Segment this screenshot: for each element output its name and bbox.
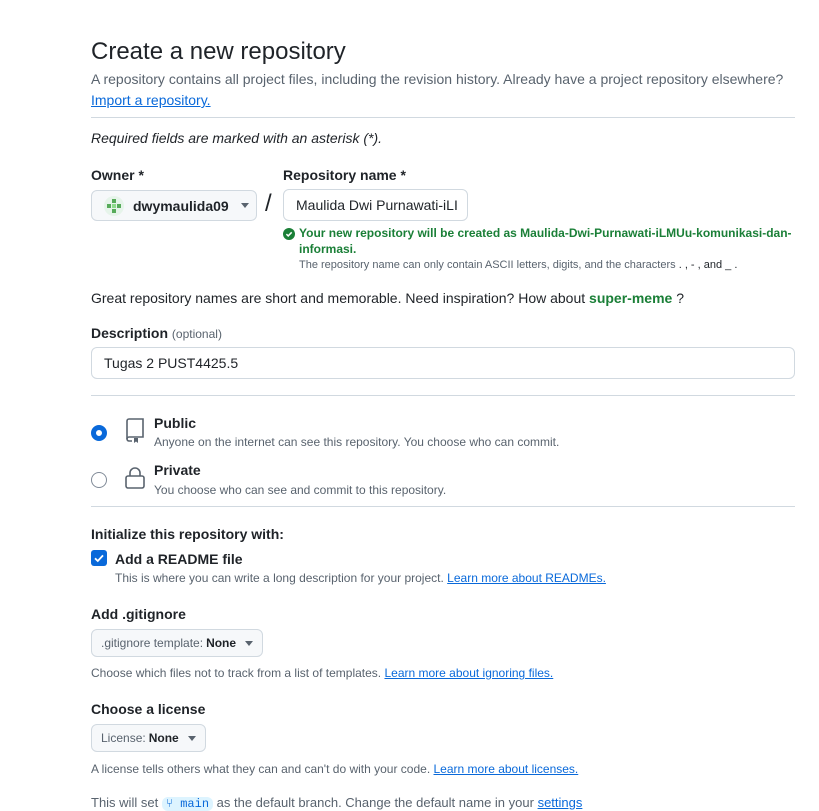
optional-tag: (optional) (171, 327, 222, 341)
gitignore-desc-text: Choose which files not to track from a l… (91, 666, 382, 680)
gitignore-template-select[interactable]: .gitignore template: None (91, 629, 264, 657)
license-desc-text: A license tells others what they can and… (91, 762, 431, 776)
owner-dropdown[interactable]: dwymaulida09 (91, 190, 257, 221)
success-line-1: Your new repository will be created as M… (299, 226, 792, 240)
check-icon (94, 554, 104, 563)
success-line-2: informasi. (299, 242, 357, 256)
repo-name-available-message: Your new repository will be created as M… (283, 226, 792, 240)
readme-checkbox[interactable] (91, 550, 107, 566)
chevron-down-icon (187, 735, 196, 741)
readme-label[interactable]: Add a README file (115, 551, 243, 567)
divider (91, 117, 795, 118)
git-branch-icon: ⑂ (165, 797, 174, 811)
owner-label: Owner * (91, 167, 144, 183)
readme-desc-text: This is where you can write a long descr… (115, 571, 444, 585)
description-label-text: Description (91, 325, 169, 341)
required-fields-note: Required fields are marked with an aster… (91, 130, 383, 146)
license-heading: Choose a license (91, 701, 206, 717)
license-select[interactable]: License: None (91, 724, 206, 752)
lock-icon (125, 467, 145, 489)
inspiration-text: Great repository names are short and mem… (91, 290, 586, 306)
readme-description: This is where you can write a long descr… (115, 571, 606, 585)
inspiration-note: Great repository names are short and mem… (91, 290, 684, 306)
page-subtitle: A repository contains all project files,… (91, 71, 784, 87)
default-branch-note: This will set ⑂ main as the default bran… (91, 795, 582, 811)
private-title: Private (154, 462, 201, 478)
check-circle-icon (283, 228, 295, 240)
settings-link[interactable]: settings (538, 795, 583, 810)
gitignore-heading: Add .gitignore (91, 606, 186, 622)
repo-icon (126, 418, 144, 443)
branch-note-prefix: This will set (91, 795, 159, 810)
description-input[interactable]: Tugas 2 PUST4425.5 (91, 347, 795, 379)
public-radio[interactable] (91, 425, 107, 441)
rule-prefix: The repository name can only contain ASC… (299, 259, 676, 271)
chevron-down-icon (240, 203, 249, 208)
repo-name-rules: The repository name can only contain ASC… (299, 259, 737, 271)
license-description: A license tells others what they can and… (91, 762, 578, 776)
private-description: You choose who can see and commit to thi… (154, 483, 447, 497)
gitignore-select-value: None (206, 636, 237, 650)
learn-more-readmes-link[interactable]: Learn more about READMEs. (447, 571, 606, 585)
chevron-down-icon (245, 640, 254, 646)
divider (91, 506, 795, 507)
license-select-prefix: License: (101, 731, 146, 745)
branch-note-middle: as the default branch. Change the defaul… (216, 795, 534, 810)
description-label: Description (optional) (91, 325, 222, 341)
initialize-heading: Initialize this repository with: (91, 526, 284, 542)
learn-more-ignoring-files-link[interactable]: Learn more about ignoring files. (384, 666, 553, 680)
gitignore-description: Choose which files not to track from a l… (91, 666, 553, 680)
gitignore-select-prefix: .gitignore template: (101, 636, 204, 650)
divider (91, 395, 795, 396)
owner-name: dwymaulida09 (133, 197, 229, 214)
private-radio[interactable] (91, 472, 107, 488)
rule-chars: . , - , and _ . (678, 259, 738, 271)
import-repository-link[interactable]: Import a repository. (91, 92, 211, 108)
license-select-value: None (148, 731, 179, 745)
branch-name: main (180, 797, 210, 811)
learn-more-licenses-link[interactable]: Learn more about licenses. (434, 762, 579, 776)
avatar (104, 195, 124, 216)
public-title: Public (154, 415, 197, 431)
inspiration-suffix: ? (676, 290, 684, 306)
repository-name-label: Repository name * (283, 167, 406, 183)
owner-repo-separator: / (265, 190, 272, 217)
name-suggestion[interactable]: super-meme (589, 290, 672, 306)
public-description: Anyone on the internet can see this repo… (154, 435, 560, 449)
branch-chip: ⑂ main (161, 797, 214, 811)
page-title: Create a new repository (91, 38, 346, 65)
repository-name-input[interactable]: Maulida Dwi Purnawati-iLI (283, 189, 468, 221)
